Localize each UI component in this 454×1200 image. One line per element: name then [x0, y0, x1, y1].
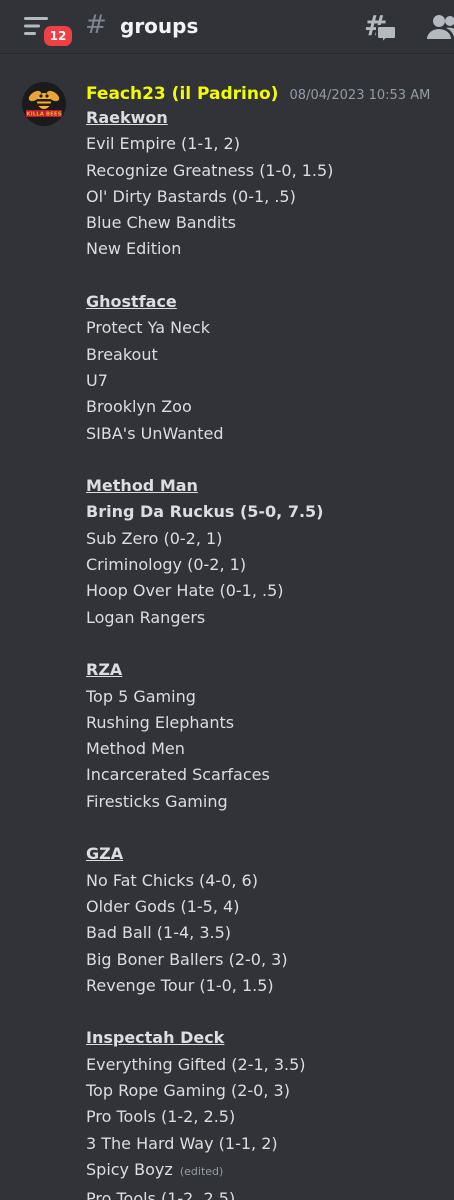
team-line: Blue Chew Bandits — [86, 213, 236, 233]
team-line: No Fat Chicks (4-0, 6) — [86, 870, 258, 890]
next-message-cutoff: Pro Tools (1-2, 2.5) — [86, 1189, 236, 1200]
threads-icon[interactable]: # — [362, 11, 396, 43]
team-line: Hoop Over Hate (0-1, .5) — [86, 581, 284, 601]
team-line: Brooklyn Zoo — [86, 397, 192, 417]
team-line: Recognize Greatness (1-0, 1.5) — [86, 160, 334, 180]
team-line: U7 — [86, 370, 108, 390]
team-line: Criminology (0-2, 1) — [86, 555, 247, 575]
team-line: Top 5 Gaming — [86, 686, 196, 706]
channel-header: 12 # groups # — [0, 0, 454, 54]
text-channel-icon: # — [85, 10, 107, 40]
killa-bees-logo-icon: KILLA BEES — [22, 82, 66, 126]
team-line: Firesticks Gaming — [86, 791, 228, 811]
group-heading: Method Man — [86, 476, 198, 496]
group-heading: Inspectah Deck — [86, 1028, 225, 1048]
team-line: 3 The Hard Way (1-1, 2) — [86, 1133, 278, 1153]
members-icon[interactable] — [426, 13, 454, 41]
open-sidebar-button[interactable]: 12 — [24, 14, 75, 49]
avatar-logo-text: KILLA BEES — [26, 112, 61, 118]
notification-badge: 12 — [41, 23, 75, 49]
team-line: Protect Ya Neck — [86, 318, 210, 338]
edited-label: (edited) — [179, 1164, 224, 1178]
user-avatar[interactable]: KILLA BEES — [22, 82, 66, 126]
group-heading: GZA — [86, 844, 124, 864]
team-line: Incarcerated Scarfaces — [86, 765, 270, 785]
team-line: Pro Tools (1-2, 2.5) — [86, 1107, 236, 1127]
discord-app: 12 # groups # KILLA BEES Feach23 (il Pad… — [0, 0, 454, 1200]
team-line: Older Gods (1-5, 4) — [86, 896, 240, 916]
group-heading: RZA — [86, 660, 123, 680]
team-line: Rushing Elephants — [86, 712, 235, 732]
team-line: Ol' Dirty Bastards (0-1, .5) — [86, 186, 296, 206]
team-line: Revenge Tour (1-0, 1.5) — [86, 975, 274, 995]
username[interactable]: Feach23 (il Padrino) — [86, 84, 278, 104]
group-heading: Ghostface — [86, 292, 177, 312]
team-line: Everything Gifted (2-1, 3.5) — [86, 1054, 306, 1074]
team-line: New Edition — [86, 239, 182, 259]
team-line: Bad Ball (1-4, 3.5) — [86, 923, 232, 943]
team-line: Big Boner Ballers (2-0, 3) — [86, 949, 288, 969]
team-line-edited: Spicy Boyz (edited) — [86, 1157, 446, 1183]
team-line: Bring Da Ruckus (5-0, 7.5) — [86, 502, 324, 522]
channel-title[interactable]: groups — [120, 13, 198, 39]
team-line: Top Rope Gaming (2-0, 3) — [86, 1080, 290, 1100]
group-heading: Raekwon — [86, 108, 168, 127]
team-line: Breakout — [86, 344, 158, 364]
team-line: SIBA's UnWanted — [86, 423, 224, 443]
team-name: Spicy Boyz — [86, 1159, 173, 1179]
message-content: Raekwon Evil Empire (1-1, 2) Recognize G… — [86, 105, 446, 1183]
team-line: Method Men — [86, 739, 185, 759]
team-line: Logan Rangers — [86, 607, 206, 627]
team-line: Sub Zero (0-2, 1) — [86, 528, 223, 548]
timestamp: 08/04/2023 10:53 AM — [289, 88, 431, 103]
team-line: Evil Empire (1-1, 2) — [86, 134, 240, 154]
